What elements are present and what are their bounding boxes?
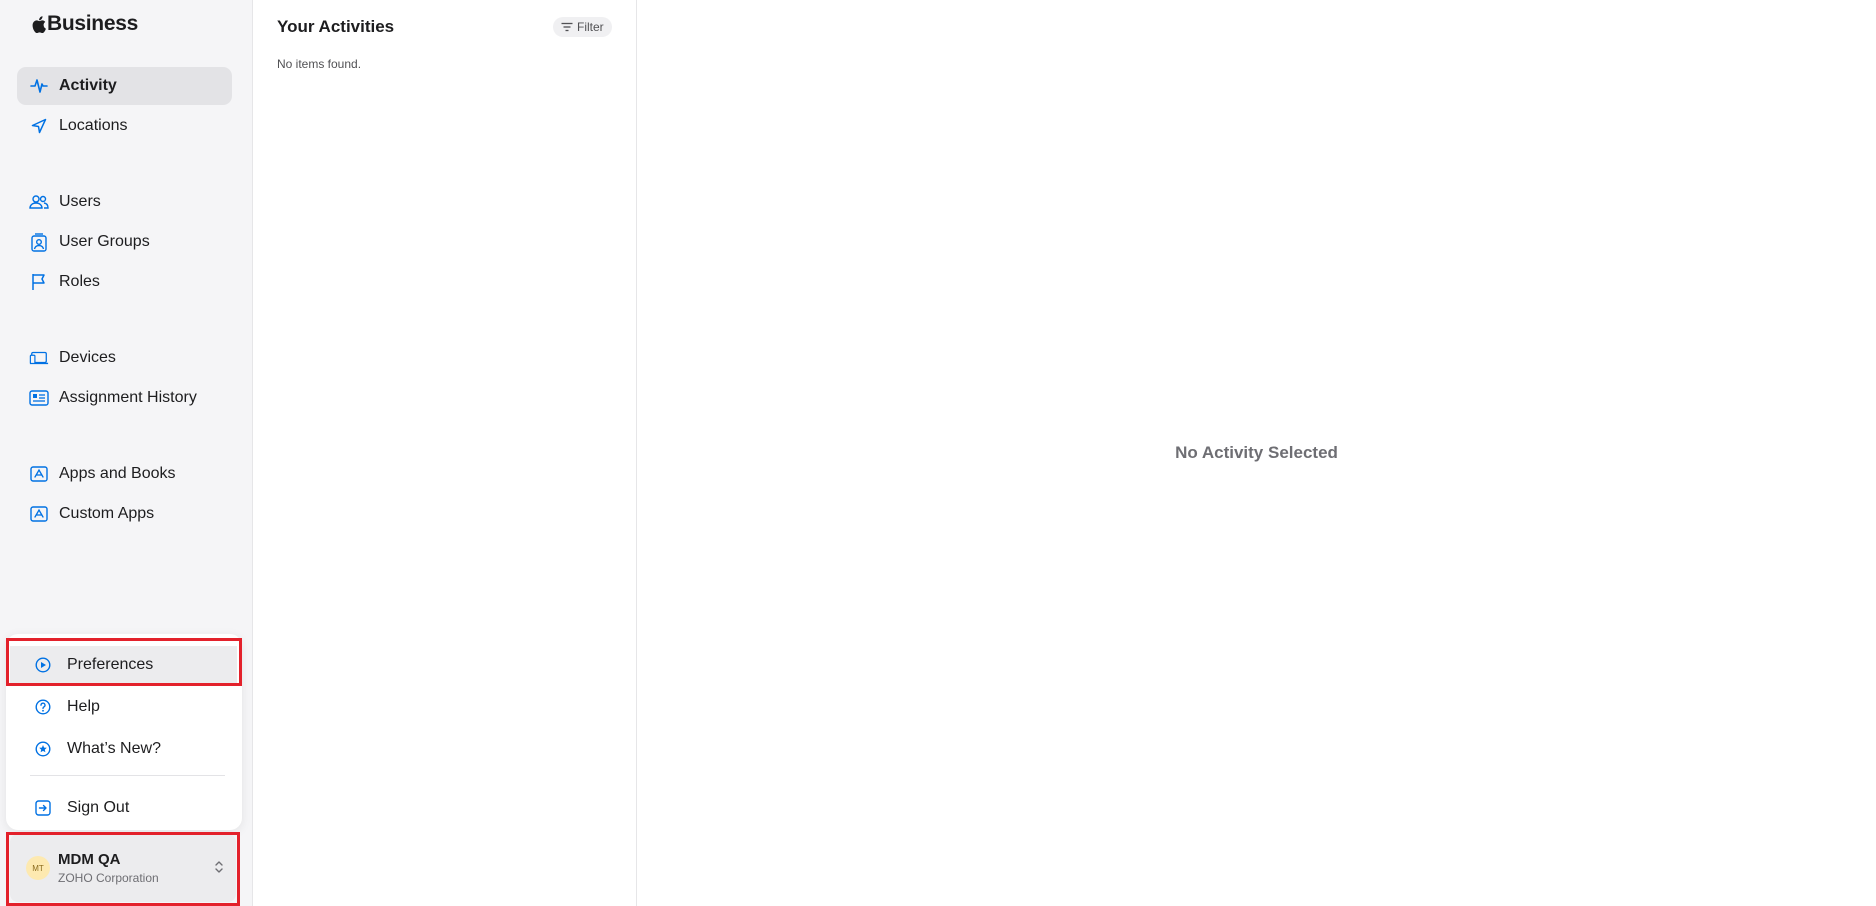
sidebar-item-label: Assignment History: [59, 389, 197, 406]
sidebar-item-label: User Groups: [59, 233, 150, 250]
menu-item-label: Sign Out: [67, 799, 130, 816]
brand-logo[interactable]: Business: [32, 12, 138, 36]
devices-icon: [29, 348, 49, 368]
activity-icon: [29, 76, 49, 96]
sidebar-item-label: Apps and Books: [59, 465, 176, 482]
sidebar-item-devices[interactable]: Devices: [17, 339, 232, 377]
help-menu-item[interactable]: Help: [10, 688, 237, 726]
sidebar-item-apps-and-books[interactable]: Apps and Books: [17, 455, 232, 493]
whats-new-menu-item[interactable]: What’s New?: [10, 730, 237, 768]
account-switcher[interactable]: MT MDM QA ZOHO Corporation: [10, 834, 236, 902]
help-icon: [34, 698, 52, 716]
sidebar-item-roles[interactable]: Roles: [17, 263, 232, 301]
sidebar-item-label: Custom Apps: [59, 505, 155, 522]
apple-logo-icon: [32, 15, 46, 33]
account-popup-menu: Preferences Help What’s New? Sign Out: [6, 634, 242, 830]
whats-new-icon: [34, 740, 52, 758]
menu-divider: [30, 775, 225, 776]
chevron-up-down-icon: [215, 861, 223, 873]
user-groups-icon: [29, 232, 49, 252]
sidebar-item-locations[interactable]: Locations: [17, 107, 232, 145]
sidebar-item-label: Roles: [59, 273, 100, 290]
filter-label: Filter: [577, 20, 604, 34]
sidebar-item-label: Devices: [59, 349, 116, 366]
sign-out-icon: [34, 799, 52, 817]
custom-apps-icon: [29, 504, 49, 524]
preferences-menu-item[interactable]: Preferences: [10, 646, 237, 684]
sign-out-menu-item[interactable]: Sign Out: [10, 789, 237, 827]
filter-icon: [561, 22, 573, 32]
sidebar-item-activity[interactable]: Activity: [17, 67, 232, 105]
activities-list-pane: Your Activities Filter No items found.: [253, 0, 637, 906]
empty-list-message: No items found.: [277, 57, 362, 71]
location-arrow-icon: [29, 116, 49, 136]
account-org: ZOHO Corporation: [58, 871, 159, 885]
page-title: Your Activities: [277, 17, 395, 36]
sidebar-item-label: Users: [59, 193, 101, 210]
preferences-icon: [34, 656, 52, 674]
sidebar-item-user-groups[interactable]: User Groups: [17, 223, 232, 261]
menu-item-label: Help: [67, 698, 100, 715]
avatar: MT: [26, 856, 50, 880]
sidebar-item-custom-apps[interactable]: Custom Apps: [17, 495, 232, 533]
menu-item-label: Preferences: [67, 656, 154, 673]
sidebar-item-assignment-history[interactable]: Assignment History: [17, 379, 232, 417]
users-icon: [29, 192, 49, 212]
flag-icon: [29, 272, 49, 292]
brand-name: Business: [47, 12, 138, 35]
apps-icon: [29, 464, 49, 484]
no-selection-message: No Activity Selected: [1175, 443, 1338, 462]
sidebar-item-users[interactable]: Users: [17, 183, 232, 221]
activity-detail-pane: No Activity Selected: [637, 0, 1876, 906]
menu-item-label: What’s New?: [67, 740, 161, 757]
sidebar: Business Activity Locations Users User G…: [0, 0, 253, 906]
sidebar-item-label: Locations: [59, 117, 128, 134]
assignment-history-icon: [29, 388, 49, 408]
filter-button[interactable]: Filter: [553, 17, 612, 37]
account-name: MDM QA: [58, 851, 121, 868]
sidebar-item-label: Activity: [59, 77, 117, 94]
